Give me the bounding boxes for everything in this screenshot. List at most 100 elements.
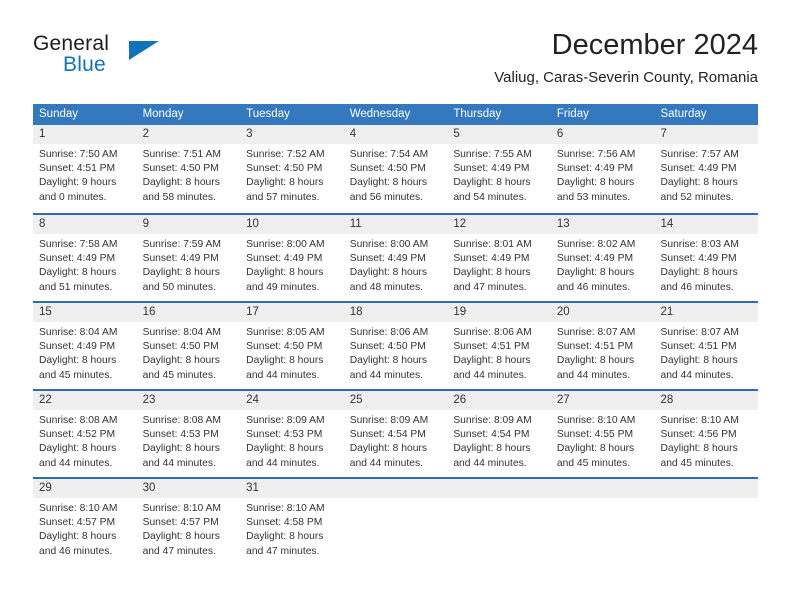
sunrise-time: Sunrise: 8:07 AM — [556, 327, 636, 338]
calendar-day-cell[interactable]: 20 Sunrise: 8:07 AM Sunset: 4:51 PM Dayligh… — [550, 303, 655, 389]
calendar-day-cell[interactable]: 28 Sunrise: 8:10 AM Sunset: 4:56 PM Dayligh… — [654, 391, 759, 477]
title-block: December 2024 Valiug, Caras-Severin Coun… — [494, 28, 758, 88]
sunset-time: Sunset: 4:55 PM — [556, 429, 634, 441]
day-sun-info: Sunrise: 7:54 AM Sunset: 4:50 PM Daylight:… — [344, 144, 448, 205]
calendar-day-cell[interactable]: 18 Sunrise: 8:06 AM Sunset: 4:50 PM Dayligh… — [343, 303, 448, 389]
day-sun-info: Sunrise: 7:52 AM Sunset: 4:50 PM Daylight:… — [240, 144, 344, 205]
sunrise-time: Sunrise: 8:09 AM — [246, 415, 325, 426]
calendar-day-cell[interactable]: 30 Sunrise: 8:10 AM Sunset: 4:57 PM Dayligh… — [136, 479, 241, 565]
daylight-duration-line-1: Daylight: 8 hours — [556, 267, 635, 279]
day-sun-info: Sunrise: 8:04 AM Sunset: 4:50 PM Daylight:… — [137, 322, 241, 383]
weekday-header-monday: Monday — [142, 108, 184, 120]
weekday-header-thursday: Thursday — [453, 108, 502, 120]
daylight-duration-line-1: Daylight: 8 hours — [39, 355, 117, 367]
calendar-day-cell[interactable]: 2 Sunrise: 7:51 AM Sunset: 4:50 PM Daylight… — [136, 125, 241, 211]
calendar-day-cell[interactable]: 6 Sunrise: 7:56 AM Sunset: 4:49 PM Daylight… — [550, 125, 655, 211]
calendar-day-cell[interactable]: 4 Sunrise: 7:54 AM Sunset: 4:50 PM Daylight… — [343, 125, 448, 211]
sunset-time: Sunset: 4:50 PM — [349, 163, 426, 175]
day-number: 1 — [33, 125, 137, 144]
sunrise-time: Sunrise: 8:01 AM — [453, 239, 532, 250]
daylight-duration-line-2: and 44 minutes. — [453, 457, 527, 469]
day-number: 6 — [550, 125, 655, 144]
sunset-time: Sunset: 4:49 PM — [660, 253, 737, 265]
day-number: 26 — [447, 391, 551, 410]
sunset-time: Sunset: 4:49 PM — [246, 253, 323, 265]
sunrise-time: Sunrise: 8:09 AM — [453, 415, 532, 426]
sunset-time: Sunset: 4:49 PM — [453, 163, 530, 175]
daylight-duration-line-2: and 57 minutes. — [246, 191, 320, 203]
sunrise-time: Sunrise: 8:10 AM — [246, 503, 325, 514]
sunrise-time: Sunrise: 7:58 AM — [39, 239, 118, 250]
sunset-time: Sunset: 4:51 PM — [453, 341, 530, 353]
daylight-duration-line-1: Daylight: 8 hours — [556, 355, 635, 367]
day-number: 24 — [240, 391, 344, 410]
weekday-header-sunday: Sunday — [39, 108, 79, 120]
sunrise-time: Sunrise: 8:00 AM — [349, 239, 429, 250]
sunset-time: Sunset: 4:53 PM — [246, 429, 323, 441]
daylight-duration-line-1: Daylight: 8 hours — [660, 177, 738, 189]
calendar-week-row: 1 Sunrise: 7:50 AM Sunset: 4:51 PM Daylight… — [33, 125, 759, 213]
calendar-day-cell[interactable]: 22 Sunrise: 8:08 AM Sunset: 4:52 PM Dayligh… — [33, 391, 137, 477]
calendar-grid: Sunday Monday Tuesday Wednesday Thursday… — [33, 104, 759, 565]
calendar-day-cell[interactable]: 8 Sunrise: 7:58 AM Sunset: 4:49 PM Daylight… — [33, 215, 137, 301]
calendar-day-cell[interactable]: 25 Sunrise: 8:09 AM Sunset: 4:54 PM Dayligh… — [343, 391, 448, 477]
daylight-duration-line-2: and 45 minutes. — [39, 369, 113, 381]
daylight-duration-line-1: Daylight: 8 hours — [246, 267, 324, 279]
calendar-day-cell[interactable]: 17 Sunrise: 8:05 AM Sunset: 4:50 PM Dayligh… — [240, 303, 344, 389]
calendar-day-cell[interactable]: 23 Sunrise: 8:08 AM Sunset: 4:53 PM Dayligh… — [136, 391, 241, 477]
calendar-day-cell[interactable]: 10 Sunrise: 8:00 AM Sunset: 4:49 PM Dayligh… — [240, 215, 344, 301]
sunset-time: Sunset: 4:49 PM — [660, 163, 737, 175]
calendar-day-cell[interactable]: 27 Sunrise: 8:10 AM Sunset: 4:55 PM Dayligh… — [550, 391, 655, 477]
calendar-day-cell[interactable]: 24 Sunrise: 8:09 AM Sunset: 4:53 PM Dayligh… — [240, 391, 344, 477]
calendar-day-cell[interactable]: 14 Sunrise: 8:03 AM Sunset: 4:49 PM Dayligh… — [654, 215, 759, 301]
calendar-day-cell[interactable]: 3 Sunrise: 7:52 AM Sunset: 4:50 PM Daylight… — [240, 125, 344, 211]
day-sun-info: Sunrise: 8:04 AM Sunset: 4:49 PM Daylight:… — [33, 322, 137, 383]
daylight-duration-line-1: Daylight: 8 hours — [349, 355, 428, 367]
calendar-day-cell[interactable]: 31 Sunrise: 8:10 AM Sunset: 4:58 PM Dayligh… — [240, 479, 344, 565]
daylight-duration-line-2: and 53 minutes. — [556, 191, 631, 203]
sunset-time: Sunset: 4:50 PM — [246, 163, 323, 175]
daylight-duration-line-2: and 47 minutes. — [142, 545, 216, 557]
day-number: 29 — [33, 479, 137, 498]
daylight-duration-line-1: Daylight: 8 hours — [39, 531, 117, 543]
day-number: 17 — [240, 303, 344, 322]
sunset-time: Sunset: 4:58 PM — [246, 517, 323, 529]
day-number: 21 — [654, 303, 759, 322]
calendar-day-cell[interactable]: 13 Sunrise: 8:02 AM Sunset: 4:49 PM Dayligh… — [550, 215, 655, 301]
sunset-time: Sunset: 4:49 PM — [453, 253, 530, 265]
daylight-duration-line-2: and 44 minutes. — [453, 369, 527, 381]
page-title: December 2024 — [551, 29, 758, 61]
daylight-duration-line-1: Daylight: 8 hours — [660, 443, 738, 455]
general-blue-logo: General Blue — [33, 32, 183, 88]
sunset-time: Sunset: 4:52 PM — [39, 429, 116, 441]
calendar-day-cell[interactable]: 12 Sunrise: 8:01 AM Sunset: 4:49 PM Dayligh… — [447, 215, 551, 301]
daylight-duration-line-1: Daylight: 8 hours — [349, 443, 428, 455]
daylight-duration-line-2: and 44 minutes. — [349, 369, 424, 381]
calendar-day-cell[interactable]: 7 Sunrise: 7:57 AM Sunset: 4:49 PM Daylight… — [654, 125, 759, 211]
daylight-duration-line-2: and 47 minutes. — [246, 545, 320, 557]
day-number: 22 — [33, 391, 137, 410]
day-sun-info: Sunrise: 8:08 AM Sunset: 4:52 PM Daylight:… — [33, 410, 137, 471]
sunrise-time: Sunrise: 8:08 AM — [39, 415, 118, 426]
calendar-day-cell[interactable]: 29 Sunrise: 8:10 AM Sunset: 4:57 PM Dayligh… — [33, 479, 137, 565]
calendar-day-cell[interactable]: 16 Sunrise: 8:04 AM Sunset: 4:50 PM Dayligh… — [136, 303, 241, 389]
sunset-time: Sunset: 4:49 PM — [556, 163, 634, 175]
day-sun-info: Sunrise: 8:07 AM Sunset: 4:51 PM Daylight:… — [654, 322, 758, 383]
calendar-day-cell[interactable]: 21 Sunrise: 8:07 AM Sunset: 4:51 PM Dayligh… — [654, 303, 759, 389]
day-sun-info: Sunrise: 8:08 AM Sunset: 4:53 PM Daylight:… — [137, 410, 241, 471]
calendar-day-cell[interactable]: 1 Sunrise: 7:50 AM Sunset: 4:51 PM Daylight… — [33, 125, 137, 211]
calendar-day-cell[interactable]: 19 Sunrise: 8:06 AM Sunset: 4:51 PM Dayligh… — [447, 303, 551, 389]
daylight-duration-line-1: Daylight: 8 hours — [142, 267, 220, 279]
day-sun-info: Sunrise: 8:05 AM Sunset: 4:50 PM Daylight:… — [240, 322, 344, 383]
calendar-week-row: 15 Sunrise: 8:04 AM Sunset: 4:49 PM Dayligh… — [33, 301, 759, 389]
sunrise-time: Sunrise: 8:10 AM — [39, 503, 118, 514]
calendar-day-cell[interactable]: 11 Sunrise: 8:00 AM Sunset: 4:49 PM Dayligh… — [343, 215, 448, 301]
calendar-day-cell[interactable]: 5 Sunrise: 7:55 AM Sunset: 4:49 PM Daylight… — [447, 125, 551, 211]
sunset-time: Sunset: 4:50 PM — [142, 341, 219, 353]
calendar-day-cell[interactable]: 15 Sunrise: 8:04 AM Sunset: 4:49 PM Dayligh… — [33, 303, 137, 389]
day-number: 7 — [654, 125, 759, 144]
day-sun-info: Sunrise: 8:06 AM Sunset: 4:51 PM Daylight:… — [447, 322, 551, 383]
calendar-day-cell[interactable]: 26 Sunrise: 8:09 AM Sunset: 4:54 PM Dayligh… — [447, 391, 551, 477]
day-sun-info: Sunrise: 8:10 AM Sunset: 4:57 PM Daylight:… — [137, 498, 241, 559]
calendar-day-cell[interactable]: 9 Sunrise: 7:59 AM Sunset: 4:49 PM Daylight… — [136, 215, 241, 301]
